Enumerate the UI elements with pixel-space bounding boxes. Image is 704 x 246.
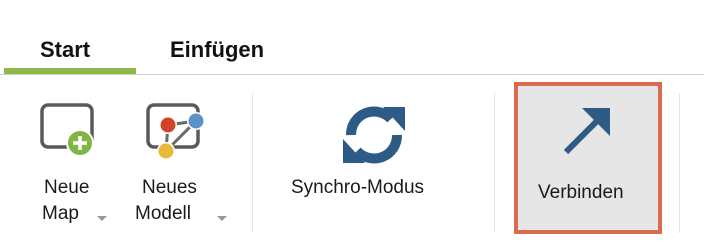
chevron-down-icon[interactable]	[97, 216, 107, 221]
ribbon-toolbar: Neue Map Neues Modell Synchro-Modus Verb…	[0, 75, 704, 246]
new-map-label-line2: Map	[42, 203, 79, 224]
toolbar-separator	[252, 93, 253, 233]
new-model-label-line1: Neues	[142, 177, 197, 198]
tab-einfuegen[interactable]: Einfügen	[170, 30, 264, 70]
connect-button[interactable]: Verbinden	[514, 82, 662, 234]
ribbon-tab-bar: Start Einfügen	[0, 0, 704, 76]
toolbar-separator	[679, 93, 680, 233]
new-model-button[interactable]: Neues Modell	[130, 95, 230, 245]
new-map-label-line1: Neue	[44, 177, 90, 198]
sync-mode-label: Synchro-Modus	[291, 177, 425, 198]
new-map-icon	[40, 103, 94, 157]
tab-start[interactable]: Start	[40, 30, 90, 70]
new-model-label-line2: Modell	[135, 203, 191, 224]
connect-label: Verbinden	[538, 182, 624, 203]
chevron-down-icon[interactable]	[217, 216, 227, 221]
arrow-up-right-icon	[563, 108, 610, 155]
new-model-icon	[146, 103, 205, 160]
new-map-button[interactable]: Neue Map	[30, 95, 120, 245]
sync-icon	[343, 106, 405, 164]
sync-mode-button[interactable]: Synchro-Modus	[282, 95, 472, 245]
toolbar-separator	[494, 93, 495, 233]
